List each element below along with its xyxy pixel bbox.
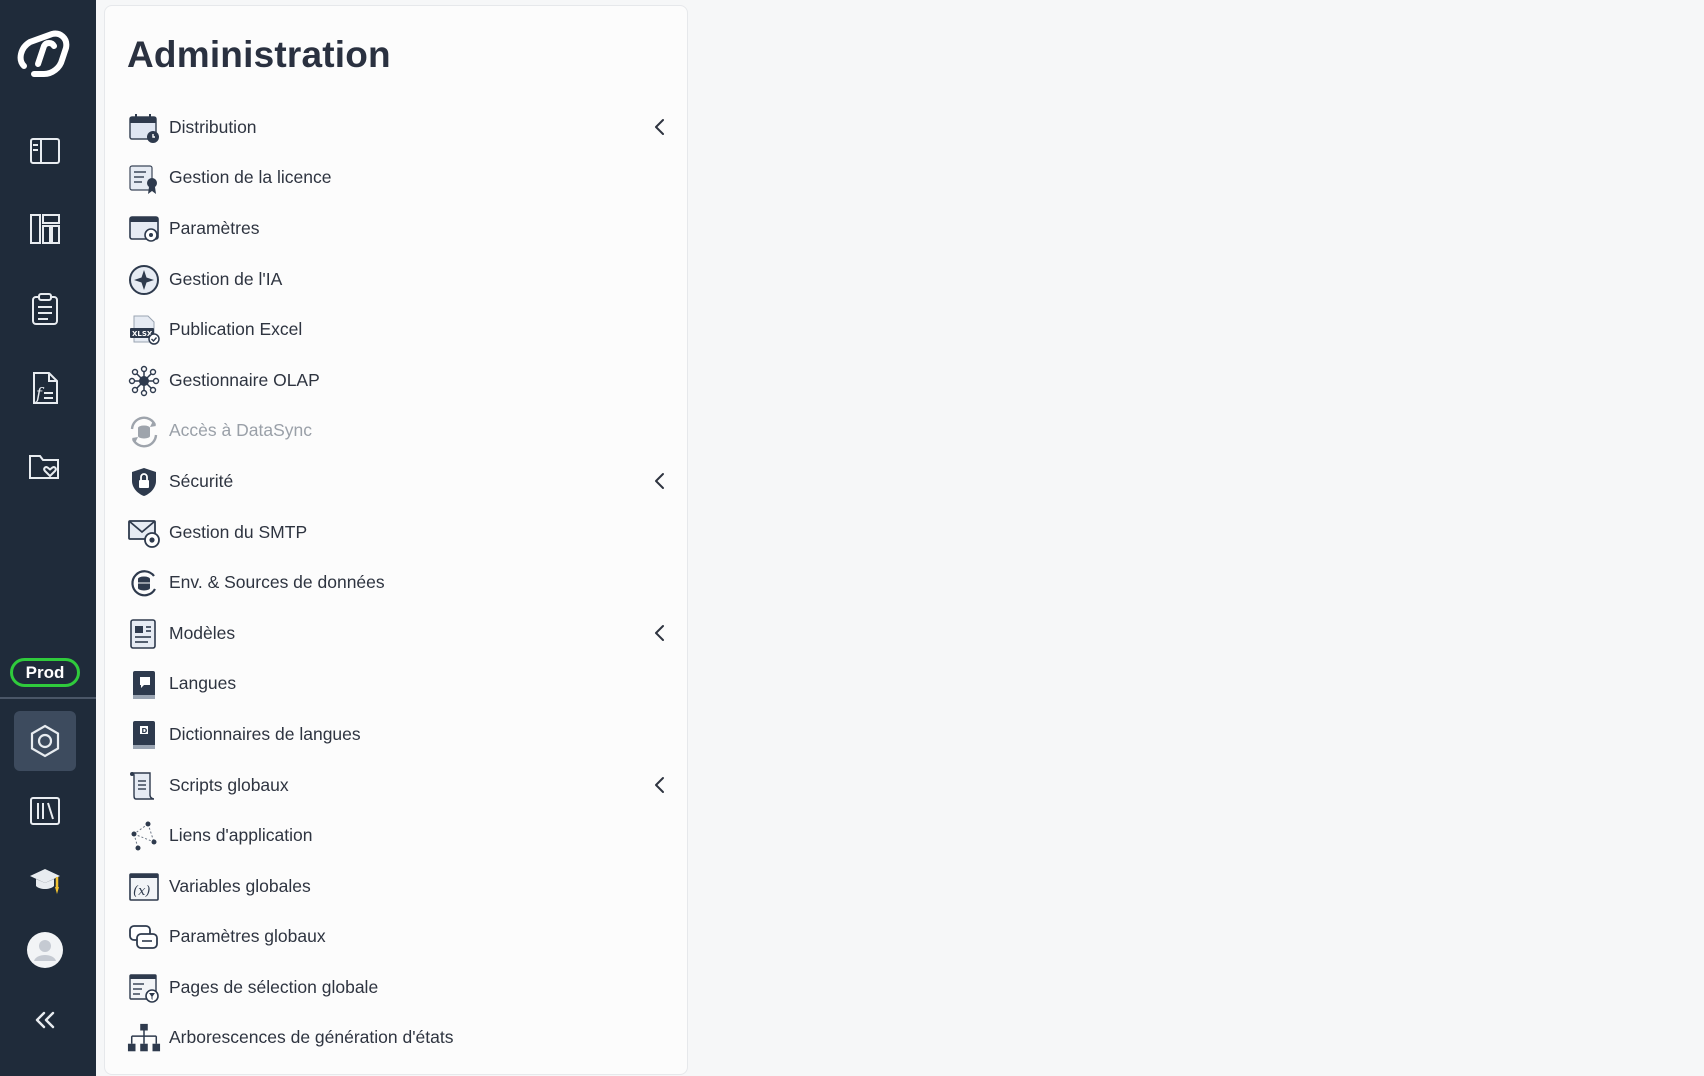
- menu-item-label: Paramètres globaux: [169, 926, 326, 947]
- svg-text:D: D: [142, 727, 148, 735]
- menu-item-label: Pages de sélection globale: [169, 976, 379, 997]
- menu-item-label: Publication Excel: [169, 319, 303, 340]
- administration-icon[interactable]: [14, 711, 76, 771]
- menu-item-report-trees[interactable]: Arborescences de génération d'états: [105, 1013, 689, 1064]
- menu-item-label: Variables globales: [169, 875, 311, 896]
- chevron-left-icon[interactable]: [649, 623, 669, 643]
- menu-item-datasync: Accès à DataSync: [105, 406, 689, 457]
- menu-item-olap[interactable]: Gestionnaire OLAP: [105, 355, 689, 406]
- menu-item-label: Arborescences de génération d'états: [169, 1027, 454, 1048]
- ai-sparkle-icon: [127, 263, 161, 297]
- menu-item-label: Gestionnaire OLAP: [169, 369, 320, 390]
- olap-network-icon: [127, 364, 161, 398]
- menu-item-global-scripts[interactable]: Scripts globaux: [105, 760, 689, 811]
- dashboard-icon[interactable]: [14, 199, 76, 259]
- mail-gear-icon: [127, 516, 161, 550]
- datasync-icon: [127, 415, 161, 449]
- svg-text:(x): (x): [133, 884, 150, 899]
- menu-item-smtp[interactable]: Gestion du SMTP: [105, 507, 689, 558]
- menu-item-ai[interactable]: Gestion de l'IA: [105, 254, 689, 305]
- dictionary-icon: D: [127, 718, 161, 752]
- menu-item-label: Accès à DataSync: [169, 420, 312, 441]
- chevron-left-icon[interactable]: [649, 471, 669, 491]
- template-icon: [127, 617, 161, 651]
- window-gear-icon: [127, 212, 161, 246]
- menu-item-distribution[interactable]: Distribution: [105, 102, 689, 153]
- license-certificate-icon: [127, 162, 161, 196]
- app-links-icon: [127, 819, 161, 853]
- menu-item-label: Gestion du SMTP: [169, 521, 308, 542]
- menu-item-dictionaries[interactable]: D Dictionnaires de langues: [105, 709, 689, 760]
- menu-item-label: Sécurité: [169, 470, 234, 491]
- rail-divider: [0, 697, 96, 699]
- menu-item-label: Gestion de la licence: [169, 167, 332, 188]
- menu-item-label: Scripts globaux: [169, 774, 289, 795]
- nav-rail: f Prod: [0, 0, 96, 1076]
- shield-lock-icon: [127, 465, 161, 499]
- administration-panel: Administration Distribution Gestion de l…: [104, 5, 688, 1075]
- menu-item-label: Dictionnaires de langues: [169, 723, 361, 744]
- script-scroll-icon: [127, 769, 161, 803]
- environment-badge[interactable]: Prod: [10, 658, 80, 687]
- panel-toggle-icon[interactable]: [14, 121, 76, 181]
- chevron-left-icon[interactable]: [649, 117, 669, 137]
- favorite-folder-icon[interactable]: [14, 437, 76, 497]
- menu-item-settings[interactable]: Paramètres: [105, 203, 689, 254]
- collapse-rail-icon[interactable]: [14, 990, 76, 1050]
- menu-item-excel-publication[interactable]: XLSX Publication Excel: [105, 304, 689, 355]
- clipboard-icon[interactable]: [14, 279, 76, 339]
- global-params-icon: [127, 921, 161, 955]
- admin-menu: Distribution Gestion de la licence Param…: [105, 102, 689, 1063]
- svg-text:f: f: [35, 384, 45, 403]
- graduation-cap-icon[interactable]: [14, 851, 76, 911]
- calendar-clock-icon: [127, 111, 161, 145]
- page-title: Administration: [127, 34, 391, 75]
- brand-logo-icon[interactable]: [12, 24, 76, 84]
- database-sources-icon: [127, 566, 161, 600]
- main-content-area: [688, 0, 1704, 1076]
- menu-item-security[interactable]: Sécurité: [105, 456, 689, 507]
- menu-item-label: Langues: [169, 673, 237, 694]
- menu-item-data-sources[interactable]: Env. & Sources de données: [105, 557, 689, 608]
- menu-item-label: Distribution: [169, 116, 257, 137]
- library-icon[interactable]: [14, 781, 76, 841]
- menu-item-license[interactable]: Gestion de la licence: [105, 153, 689, 204]
- user-avatar-icon[interactable]: [14, 920, 76, 980]
- menu-item-global-variables[interactable]: (x) Variables globales: [105, 861, 689, 912]
- menu-item-label: Modèles: [169, 622, 236, 643]
- menu-item-label: Env. & Sources de données: [169, 572, 385, 593]
- menu-item-label: Gestion de l'IA: [169, 268, 283, 289]
- report-tree-icon: [127, 1022, 161, 1056]
- menu-item-global-selection-pages[interactable]: Pages de sélection globale: [105, 962, 689, 1013]
- chevron-left-icon[interactable]: [649, 775, 669, 795]
- menu-item-global-parameters[interactable]: Paramètres globaux: [105, 912, 689, 963]
- menu-item-label: Paramètres: [169, 217, 260, 238]
- menu-item-languages[interactable]: Langues: [105, 659, 689, 710]
- menu-item-label: Liens d'application: [169, 825, 313, 846]
- menu-item-app-links[interactable]: Liens d'application: [105, 810, 689, 861]
- language-book-icon: [127, 668, 161, 702]
- xlsx-file-icon: XLSX: [127, 313, 161, 347]
- selection-page-icon: [127, 971, 161, 1005]
- formula-document-icon[interactable]: f: [14, 358, 76, 418]
- menu-item-templates[interactable]: Modèles: [105, 608, 689, 659]
- variable-x-icon: (x): [127, 870, 161, 904]
